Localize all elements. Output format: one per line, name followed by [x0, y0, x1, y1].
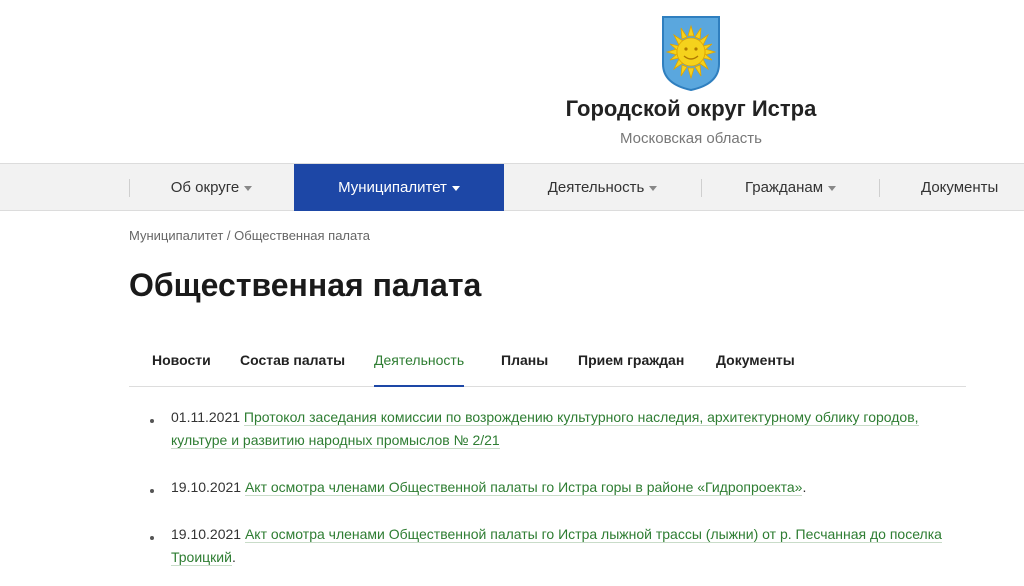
site-subtitle: Московская область: [620, 130, 762, 147]
tab-reception[interactable]: Прием граждан: [578, 338, 684, 387]
coat-of-arms-icon[interactable]: [660, 14, 722, 92]
nav-item-municipality[interactable]: Муниципалитет: [294, 164, 504, 211]
news-date: 01.11.2021: [171, 409, 241, 425]
list-item: 01.11.2021 Протокол заседания комиссии п…: [150, 406, 950, 452]
nav-item-label: Деятельность: [547, 179, 645, 196]
news-suffix: .: [802, 479, 807, 495]
bullet-icon: [150, 489, 154, 493]
caret-down-icon: [244, 186, 253, 191]
nav-item-label: Гражданам: [744, 179, 824, 196]
news-link[interactable]: Протокол заседания комиссии по возрожден…: [171, 409, 919, 449]
caret-down-icon: [451, 186, 460, 191]
nav-item-label: Документы: [921, 179, 999, 196]
tab-documents[interactable]: Документы: [716, 338, 795, 387]
news-suffix: .: [231, 549, 236, 565]
news-date: 19.10.2021: [171, 526, 242, 542]
site-title[interactable]: Городской округ Истра: [0, 96, 1024, 122]
news-link[interactable]: Акт осмотра членами Общественной палаты …: [244, 479, 803, 496]
tab-plans[interactable]: Планы: [501, 338, 548, 387]
tab-members[interactable]: Состав палаты: [240, 338, 345, 387]
page-title: Общественная палата: [129, 267, 482, 303]
breadcrumb[interactable]: Муниципалитет / Общественная палата: [129, 228, 370, 243]
site-header: Городской округ Истра Московская область: [0, 0, 1024, 163]
caret-down-icon: [649, 186, 658, 191]
section-tabs: Новости Состав палаты Деятельность Планы…: [129, 338, 966, 387]
bullet-icon: [150, 419, 154, 423]
nav-item-label: Об округе: [170, 179, 240, 196]
nav-item-citizens[interactable]: Гражданам: [702, 164, 879, 211]
bullet-icon: [150, 536, 154, 540]
list-item: 19.10.2021 Акт осмотра членами Обществен…: [150, 523, 950, 569]
list-item: 19.10.2021 Акт осмотра членами Обществен…: [150, 476, 950, 499]
nav-item-documents[interactable]: Документы: [880, 164, 1024, 211]
nav-item-label: Муниципалитет: [338, 179, 447, 196]
tab-news[interactable]: Новости: [152, 338, 211, 387]
news-date: 19.10.2021: [171, 479, 242, 495]
caret-down-icon: [828, 186, 837, 191]
nav-item-activity[interactable]: Деятельность: [505, 164, 700, 211]
tab-activity[interactable]: Деятельность: [374, 338, 465, 387]
news-link[interactable]: Акт осмотра членами Общественной палаты …: [171, 526, 942, 566]
news-list: 01.11.2021 Протокол заседания комиссии п…: [150, 406, 950, 569]
main-nav: Об округе Муниципалитет Деятельность Гра…: [0, 163, 1024, 211]
nav-item-about[interactable]: Об округе: [130, 164, 293, 211]
